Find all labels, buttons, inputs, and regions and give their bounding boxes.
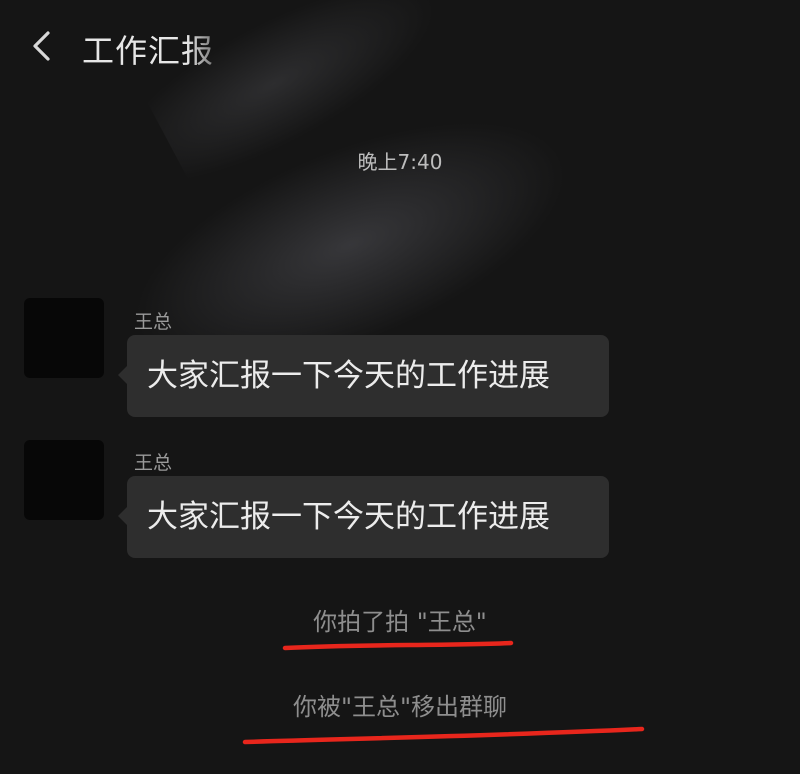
sender-name: 王总 (134, 452, 173, 474)
underline-removed (242, 726, 645, 745)
message-bubble[interactable]: 大家汇报一下今天的工作进展 (118, 476, 609, 558)
message-bubble[interactable]: 大家汇报一下今天的工作进展 (118, 335, 609, 417)
chat-screen: 工作汇报 晚上7:40 王总 大家汇报一下今天的工作进展 王总 大家汇报一下今天… (0, 0, 800, 774)
avatar[interactable] (24, 440, 104, 520)
avatar[interactable] (24, 298, 104, 378)
underline-pat (282, 640, 514, 651)
chat-title: 工作汇报 (82, 32, 215, 70)
chevron-left-icon[interactable] (28, 30, 56, 62)
sender-name: 王总 (134, 311, 173, 333)
system-message-pat: 你拍了拍 "王总" (313, 608, 487, 636)
system-message-removed: 你被"王总"移出群聊 (292, 693, 508, 721)
message-timestamp: 晚上7:40 (357, 150, 443, 174)
